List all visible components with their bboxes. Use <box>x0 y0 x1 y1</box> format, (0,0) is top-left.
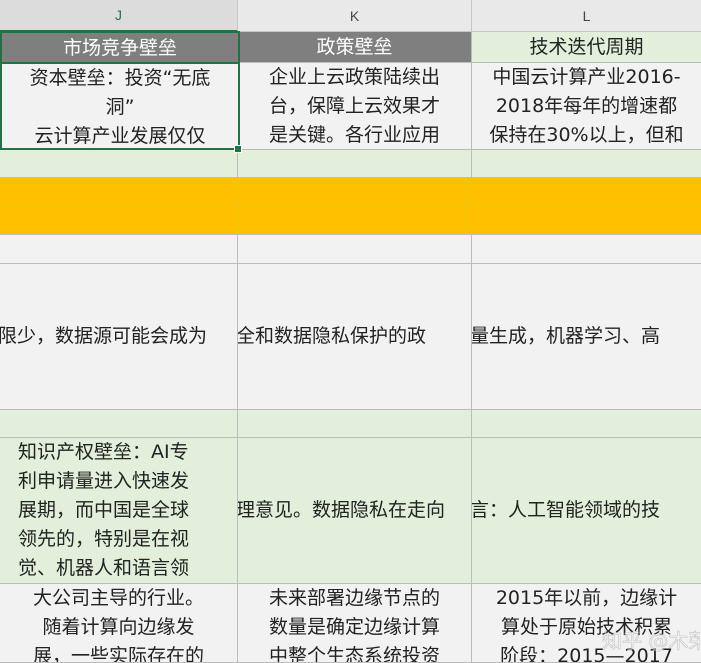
cell-text: 资本壁垒：投资“无底 洞” 云计算产业发展仅仅 <box>29 67 211 147</box>
cell-k-r1[interactable]: 企业上云政策陆续出 台，保障上云效果才 是关键。各行业应用 <box>238 63 472 150</box>
spreadsheet-grid: J K L 市场竞争壁垒 政策壁垒 技术迭代周期 资本壁垒：投资“无底 洞” 云… <box>0 0 701 663</box>
cell-l-r8[interactable]: 言：人工智能领域的技 <box>472 438 701 584</box>
cell-l-r6[interactable]: 量生成，机器学习、高 <box>472 264 701 410</box>
cell-text: 知识产权壁垒：AI专 利申请量进入快速发 展期，而中国是全球 领先的，特别是在视… <box>18 441 190 579</box>
cell-text: 市场竞争壁垒 <box>62 37 177 59</box>
cell-k-r5[interactable] <box>238 235 472 264</box>
cell-k-r6[interactable]: 全和数据隐私保护的政 <box>238 264 472 410</box>
column-header-l[interactable]: L <box>472 0 701 32</box>
cell-j-r9[interactable]: 大公司主导的行业。 随着计算向边缘发 展，一些实际存在的 <box>0 584 238 663</box>
cell-k-r9[interactable]: 未来部署边缘节点的 数量是确定边缘计算 中整个生态系统投资 <box>238 584 472 663</box>
cell-l-r7[interactable] <box>472 410 701 438</box>
cell-text: 量生成，机器学习、高 <box>472 325 661 347</box>
cell-j-r2[interactable] <box>0 150 238 178</box>
cell-j-r3[interactable] <box>0 178 238 206</box>
cell-k-r8[interactable]: 理意见。数据隐私在走向 <box>238 438 472 584</box>
cell-k-r3[interactable] <box>238 178 472 206</box>
cell-l-r3[interactable] <box>472 178 701 206</box>
cell-j-r5[interactable] <box>0 235 238 264</box>
cell-j-r4[interactable] <box>0 206 238 235</box>
fill-handle[interactable] <box>234 145 242 153</box>
zhihu-watermark-logo: 知乎 @木荣 <box>602 629 700 654</box>
cell-text: 大公司主导的行业。 随着计算向边缘发 展，一些实际存在的 <box>32 587 204 663</box>
cell-j-r8[interactable]: 知识产权壁垒：AI专 利申请量进入快速发 展期，而中国是全球 领先的，特别是在视… <box>0 438 238 584</box>
cell-l-r1[interactable]: 中国云计算产业2016- 2018年每年的增速都 保持在30%以上，但和 <box>472 63 701 150</box>
column-letter: J <box>115 7 122 23</box>
cell-text: 言：人工智能领域的技 <box>472 499 661 521</box>
cell-l-r2[interactable] <box>472 150 701 178</box>
column-letter: L <box>582 7 591 24</box>
cell-l-r5[interactable] <box>472 235 701 264</box>
cell-k-r7[interactable] <box>238 410 472 438</box>
cell-l-header[interactable]: 技术迭代周期 <box>472 32 701 63</box>
cell-text: 未来部署边缘节点的 数量是确定边缘计算 中整个生态系统投资 <box>268 587 440 663</box>
cell-l-r4[interactable] <box>472 206 701 235</box>
cell-text: 中国云计算产业2016- 2018年每年的增速都 保持在30%以上，但和 <box>489 66 684 146</box>
cell-text: 理意见。数据隐私在走向 <box>238 499 446 521</box>
cell-text: 技术迭代周期 <box>529 36 644 58</box>
cell-text: 政策壁垒 <box>316 36 393 58</box>
cell-j-header[interactable]: 市场竞争壁垒 <box>0 31 240 64</box>
cell-k-header[interactable]: 政策壁垒 <box>238 32 472 63</box>
cell-j-r6[interactable]: 限少，数据源可能会成为 <box>0 264 238 410</box>
cell-k-r2[interactable] <box>238 150 472 178</box>
column-header-k[interactable]: K <box>238 0 472 32</box>
cell-text: 限少，数据源可能会成为 <box>0 325 208 347</box>
column-letter: K <box>349 7 360 24</box>
cell-text: 企业上云政策陆续出 台，保障上云效果才 是关键。各行业应用 <box>268 66 440 146</box>
cell-k-r4[interactable] <box>238 206 472 235</box>
cell-text: 全和数据隐私保护的政 <box>238 325 427 347</box>
cell-j-r7[interactable] <box>0 410 238 438</box>
cell-j-r1[interactable]: 资本壁垒：投资“无底 洞” 云计算产业发展仅仅 <box>0 62 240 150</box>
column-header-j[interactable]: J <box>0 0 238 32</box>
svg-text:知乎 @木荣: 知乎 @木荣 <box>602 629 700 653</box>
